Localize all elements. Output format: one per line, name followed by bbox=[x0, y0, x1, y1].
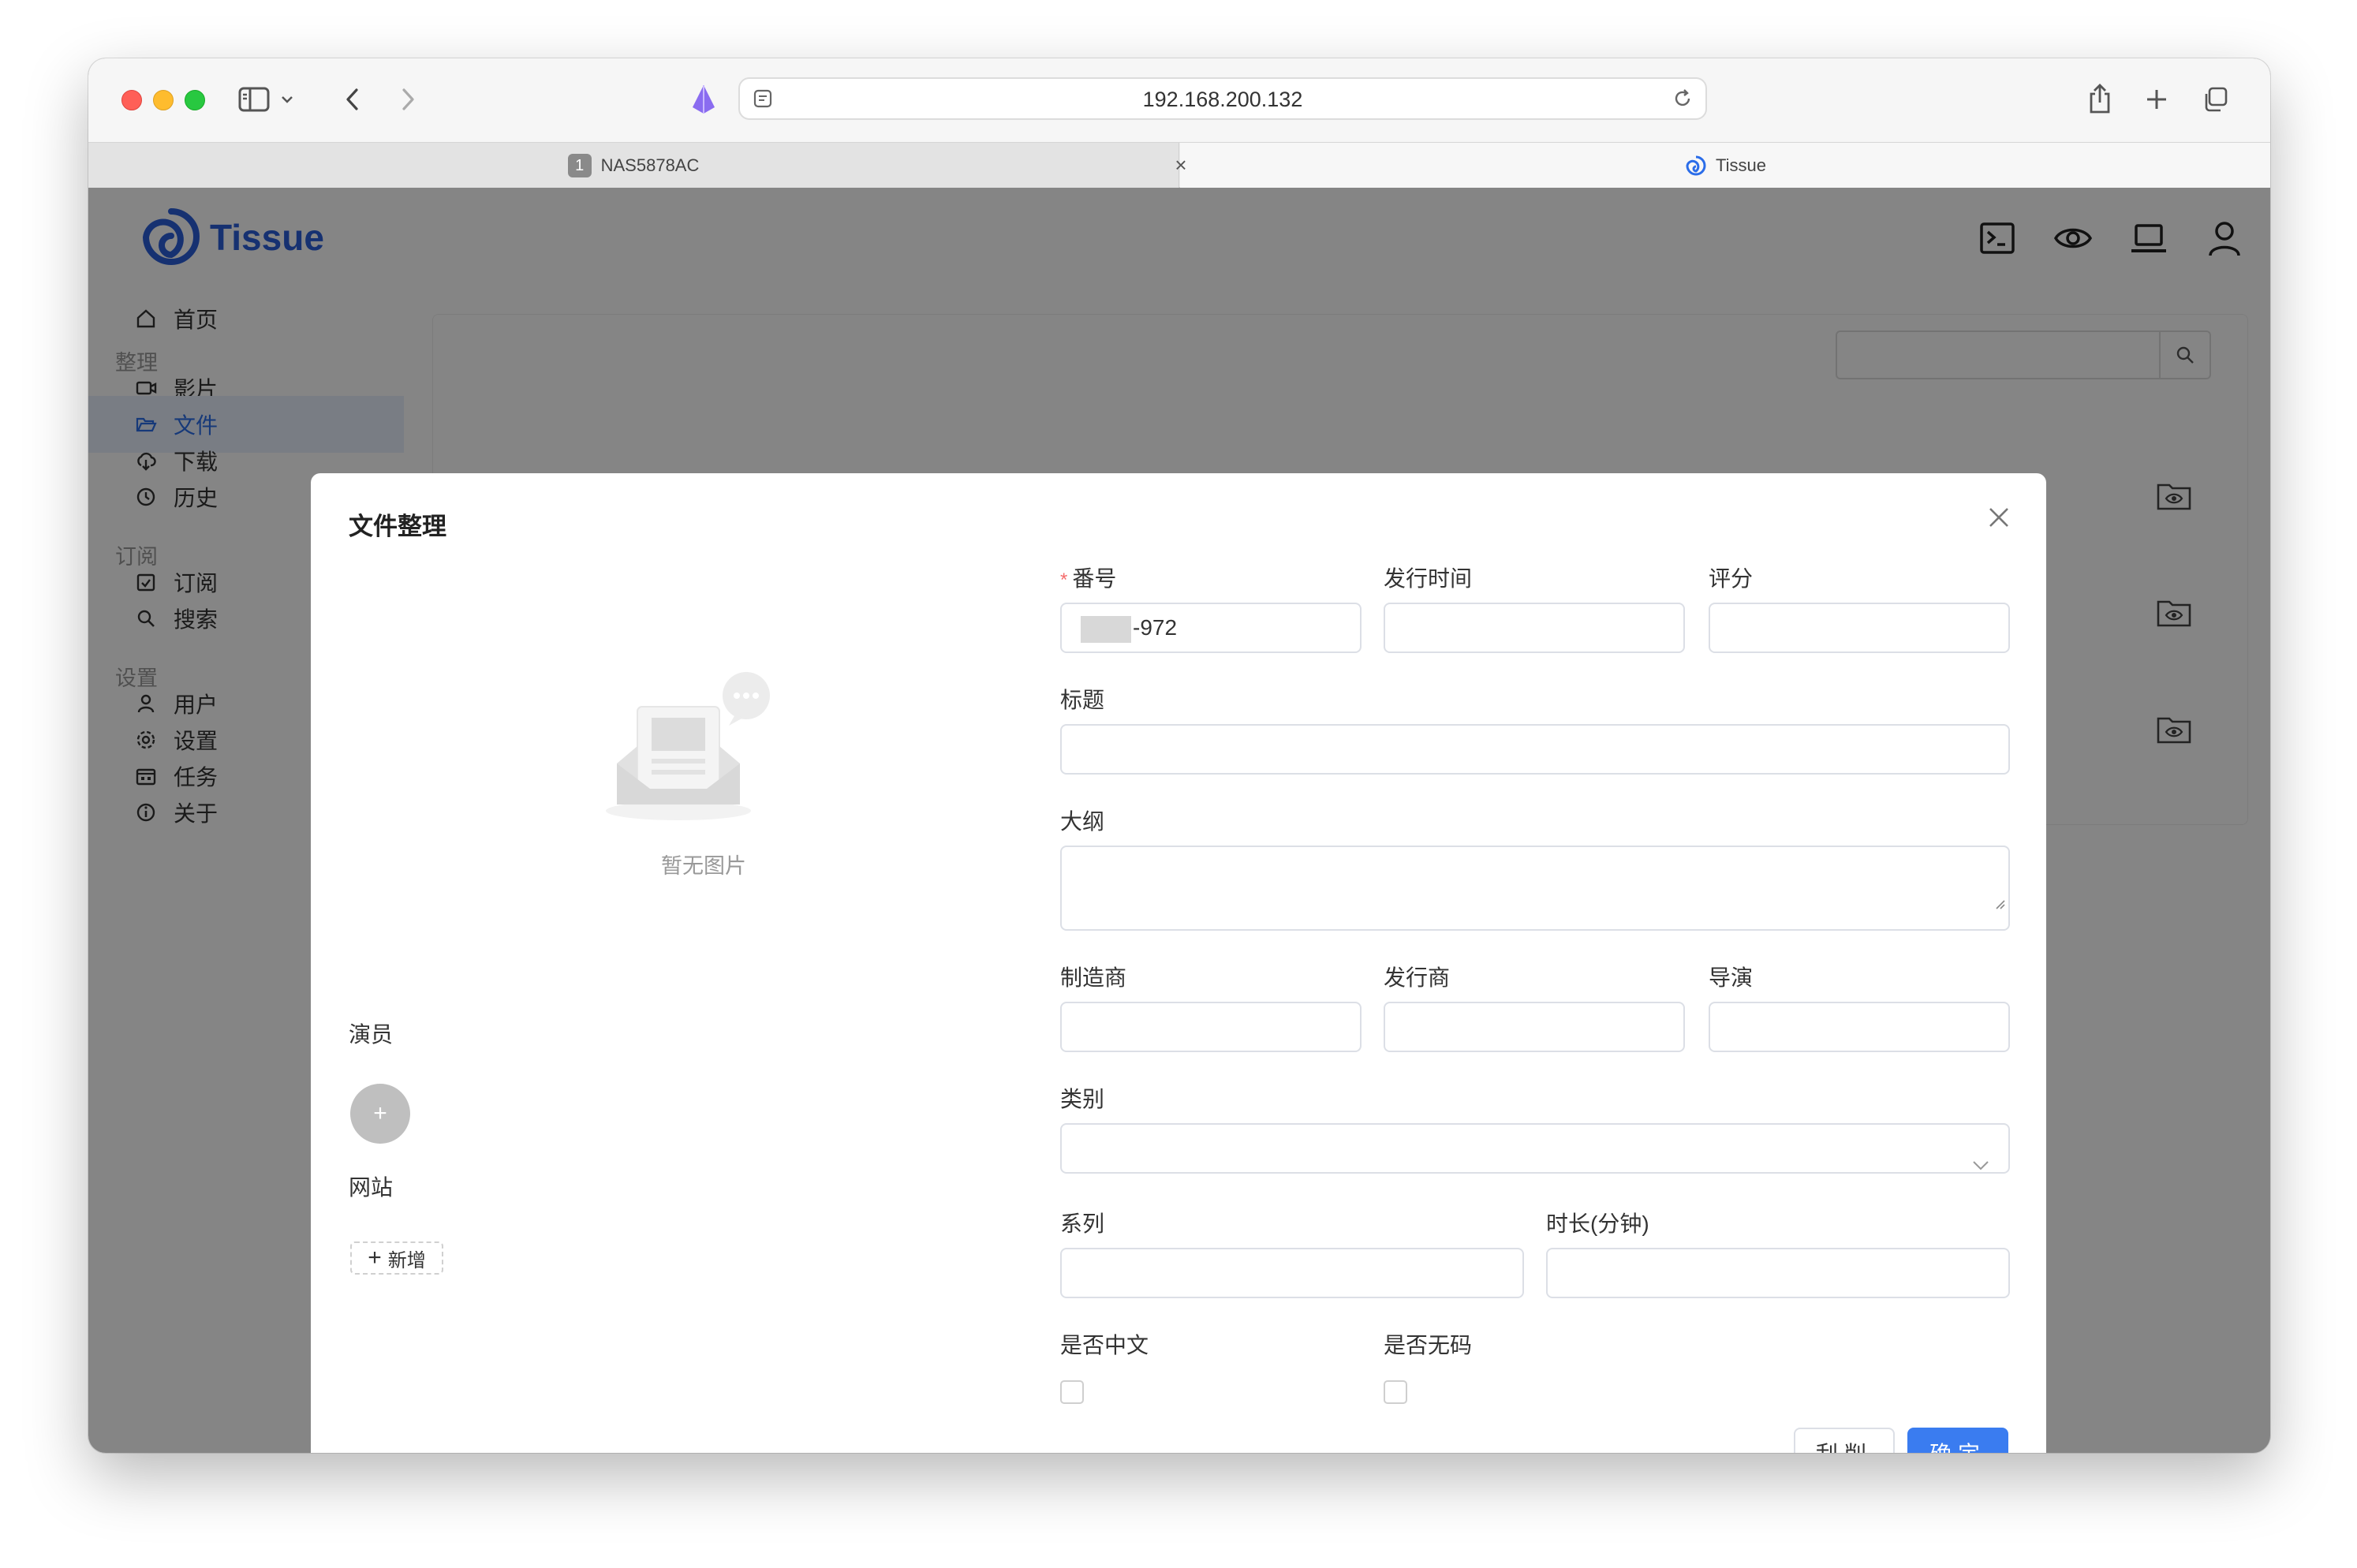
genre-label: 类别 bbox=[1060, 1087, 1105, 1111]
extension-icon[interactable] bbox=[688, 82, 719, 117]
publisher-label: 发行商 bbox=[1384, 965, 1451, 990]
tab-title: Tissue bbox=[1716, 155, 1766, 175]
resize-grip-icon[interactable] bbox=[1994, 879, 2005, 926]
tissue-app: Tissue 首页 整理 影片 文件 下载 历史 订阅 订阅 搜索 设置 用户 … bbox=[88, 188, 2270, 1453]
director-input[interactable] bbox=[1709, 1002, 2010, 1052]
redacted-block bbox=[1081, 615, 1131, 643]
address-bar[interactable]: 192.168.200.132 bbox=[738, 77, 1707, 120]
chevron-down-icon[interactable] bbox=[278, 88, 297, 110]
scrape-button[interactable]: 刮削 bbox=[1794, 1428, 1895, 1453]
release-date-label: 发行时间 bbox=[1384, 566, 1473, 591]
close-window-button[interactable] bbox=[121, 90, 142, 110]
share-icon[interactable] bbox=[2084, 80, 2116, 117]
chevron-down-icon bbox=[1972, 1141, 1989, 1188]
sidebar-toggle-icon[interactable] bbox=[237, 84, 271, 115]
tab-title: NAS5878AC bbox=[600, 155, 700, 175]
tab-badge: 1 bbox=[567, 153, 592, 177]
chinese-sub-label: 是否中文 bbox=[1060, 1333, 1149, 1357]
runtime-input[interactable] bbox=[1546, 1248, 2010, 1298]
studio-label: 制造商 bbox=[1060, 965, 1127, 990]
title-input[interactable] bbox=[1060, 724, 2010, 775]
tab-tissue[interactable]: × Tissue bbox=[1175, 143, 2270, 188]
add-actor-button[interactable]: + bbox=[350, 1084, 410, 1144]
studio-input[interactable] bbox=[1060, 1002, 1362, 1052]
add-site-label: 新增 bbox=[387, 1249, 426, 1271]
uncensored-checkbox[interactable] bbox=[1384, 1380, 1407, 1404]
close-icon[interactable] bbox=[1983, 502, 2015, 533]
tab-overview-icon[interactable] bbox=[2199, 84, 2231, 115]
code-input[interactable]: -972 bbox=[1060, 603, 1362, 653]
empty-image-icon bbox=[603, 670, 792, 828]
actors-label: 演员 bbox=[349, 1022, 394, 1047]
rating-input[interactable] bbox=[1709, 603, 2010, 653]
chinese-sub-checkbox[interactable] bbox=[1060, 1380, 1084, 1404]
new-tab-icon[interactable] bbox=[2141, 84, 2172, 115]
back-icon[interactable] bbox=[339, 84, 364, 115]
outline-textarea[interactable] bbox=[1060, 846, 2010, 931]
runtime-label: 时长(分钟) bbox=[1546, 1211, 1649, 1236]
genre-select[interactable] bbox=[1060, 1123, 2010, 1174]
rating-label: 评分 bbox=[1709, 566, 1754, 591]
title-label: 标题 bbox=[1060, 688, 1105, 712]
publisher-input[interactable] bbox=[1384, 1002, 1685, 1052]
series-label: 系列 bbox=[1060, 1211, 1105, 1236]
tissue-favicon-icon bbox=[1684, 154, 1708, 177]
release-date-input[interactable] bbox=[1384, 603, 1685, 653]
minimize-window-button[interactable] bbox=[153, 90, 174, 110]
director-label: 导演 bbox=[1709, 965, 1754, 990]
zoom-window-button[interactable] bbox=[185, 90, 205, 110]
forward-icon[interactable] bbox=[396, 84, 421, 115]
reload-icon[interactable] bbox=[1671, 87, 1694, 110]
required-mark: * bbox=[1060, 569, 1068, 591]
tab-bar: 1 NAS5878AC × Tissue bbox=[88, 142, 2270, 188]
dialog-title: 文件整理 bbox=[349, 513, 446, 540]
code-label: * 番号 bbox=[1060, 566, 1117, 591]
browser-toolbar: 192.168.200.132 bbox=[88, 58, 2270, 142]
outline-label: 大纲 bbox=[1060, 809, 1105, 834]
browser-window: 192.168.200.132 1 NAS5878AC × Tissue Tis… bbox=[88, 58, 2270, 1453]
uncensored-label: 是否无码 bbox=[1384, 1333, 1473, 1357]
code-value: -972 bbox=[1133, 615, 1178, 640]
add-site-button[interactable]: + 新增 bbox=[350, 1241, 443, 1275]
series-input[interactable] bbox=[1060, 1248, 1524, 1298]
tab-nas[interactable]: 1 NAS5878AC bbox=[88, 143, 1179, 188]
sites-label: 网站 bbox=[349, 1175, 394, 1200]
plus-icon: + bbox=[368, 1245, 382, 1271]
confirm-button[interactable]: 确定 bbox=[1907, 1428, 2008, 1453]
file-organize-dialog: 文件整理 暂无图片 演员 + 网站 + 新增 * 番号 -972 发行时间 评分… bbox=[311, 473, 2046, 1453]
url-text[interactable]: 192.168.200.132 bbox=[740, 79, 1705, 120]
tab-close-icon[interactable]: × bbox=[1169, 143, 1193, 188]
empty-image-text: 暂无图片 bbox=[661, 854, 746, 878]
